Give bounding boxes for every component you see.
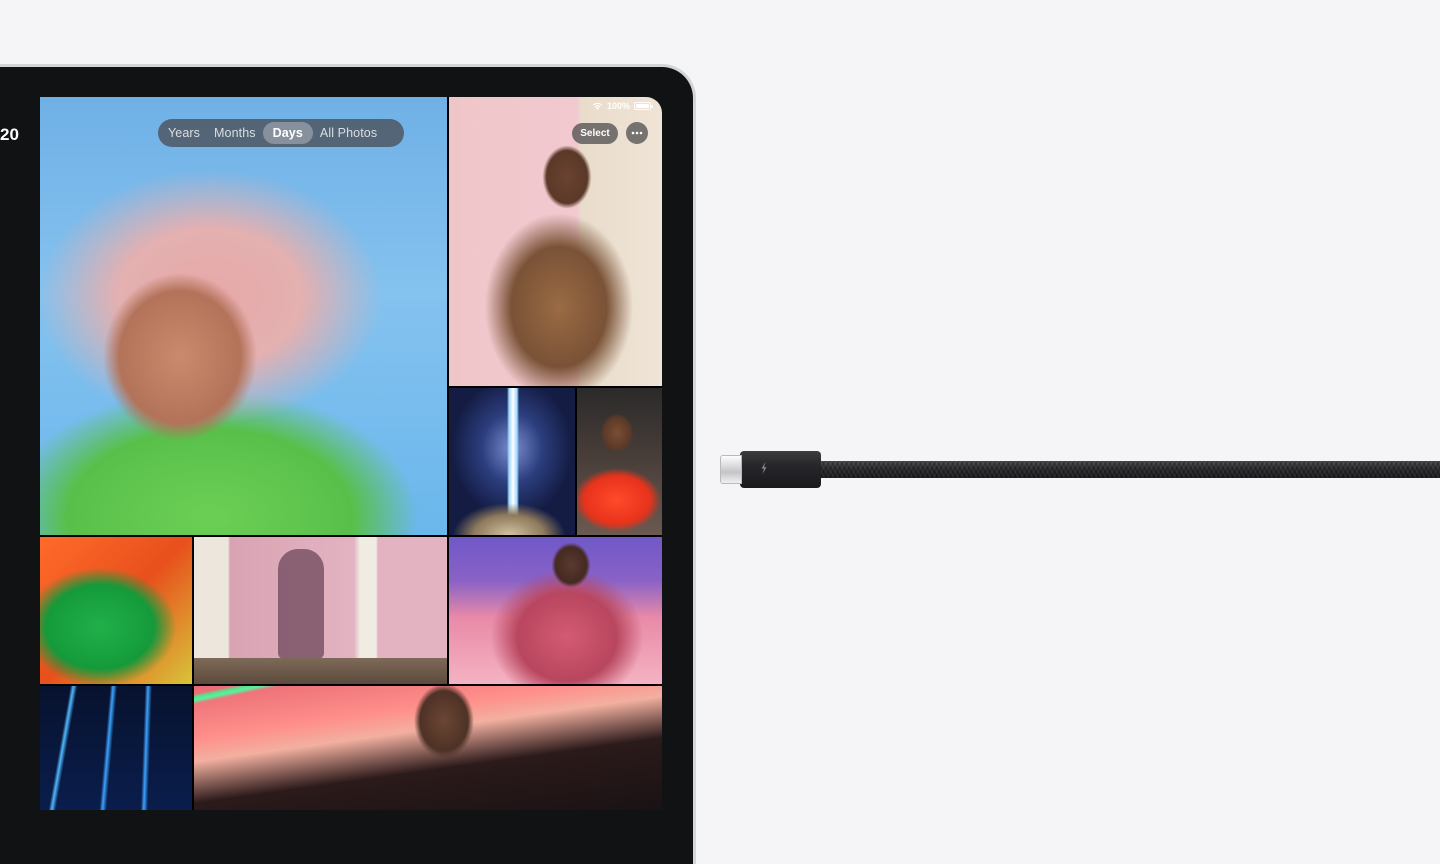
usb-c-plug (720, 455, 742, 484)
battery-percentage: 100% (607, 101, 631, 111)
photos-screen (40, 97, 662, 810)
photo-tile-pink-hair-portrait[interactable] (40, 97, 447, 535)
ellipsis-icon (631, 131, 643, 135)
year-label: 20 (0, 125, 19, 144)
photo-tile-man-neon-sign-night[interactable] (194, 686, 662, 810)
segment-days[interactable]: Days (262, 122, 313, 144)
wifi-icon (592, 102, 603, 110)
status-bar: 100% (592, 100, 654, 112)
segment-years[interactable]: Years (161, 122, 207, 144)
battery-icon (634, 102, 654, 110)
photo-tile-blue-neon-lights[interactable] (40, 686, 192, 810)
select-button[interactable]: Select (572, 123, 618, 144)
photo-tile-girl-red-knit[interactable] (577, 388, 662, 535)
segment-all-photos[interactable]: All Photos (313, 122, 384, 144)
braided-cable (819, 461, 1440, 478)
photo-tile-man-zebra-jacket[interactable] (449, 537, 662, 684)
view-segmented-control: Years Months Days All Photos (158, 119, 404, 147)
more-button[interactable] (626, 122, 648, 144)
photo-tile-green-fabric[interactable] (40, 537, 192, 684)
segment-months[interactable]: Months (207, 122, 263, 144)
connector-housing (740, 451, 821, 488)
photo-tile-neon-lamp-night[interactable] (449, 388, 575, 535)
thunderbolt-bolt-icon (761, 462, 767, 474)
photo-tile-shadow-on-wall[interactable] (194, 537, 447, 684)
